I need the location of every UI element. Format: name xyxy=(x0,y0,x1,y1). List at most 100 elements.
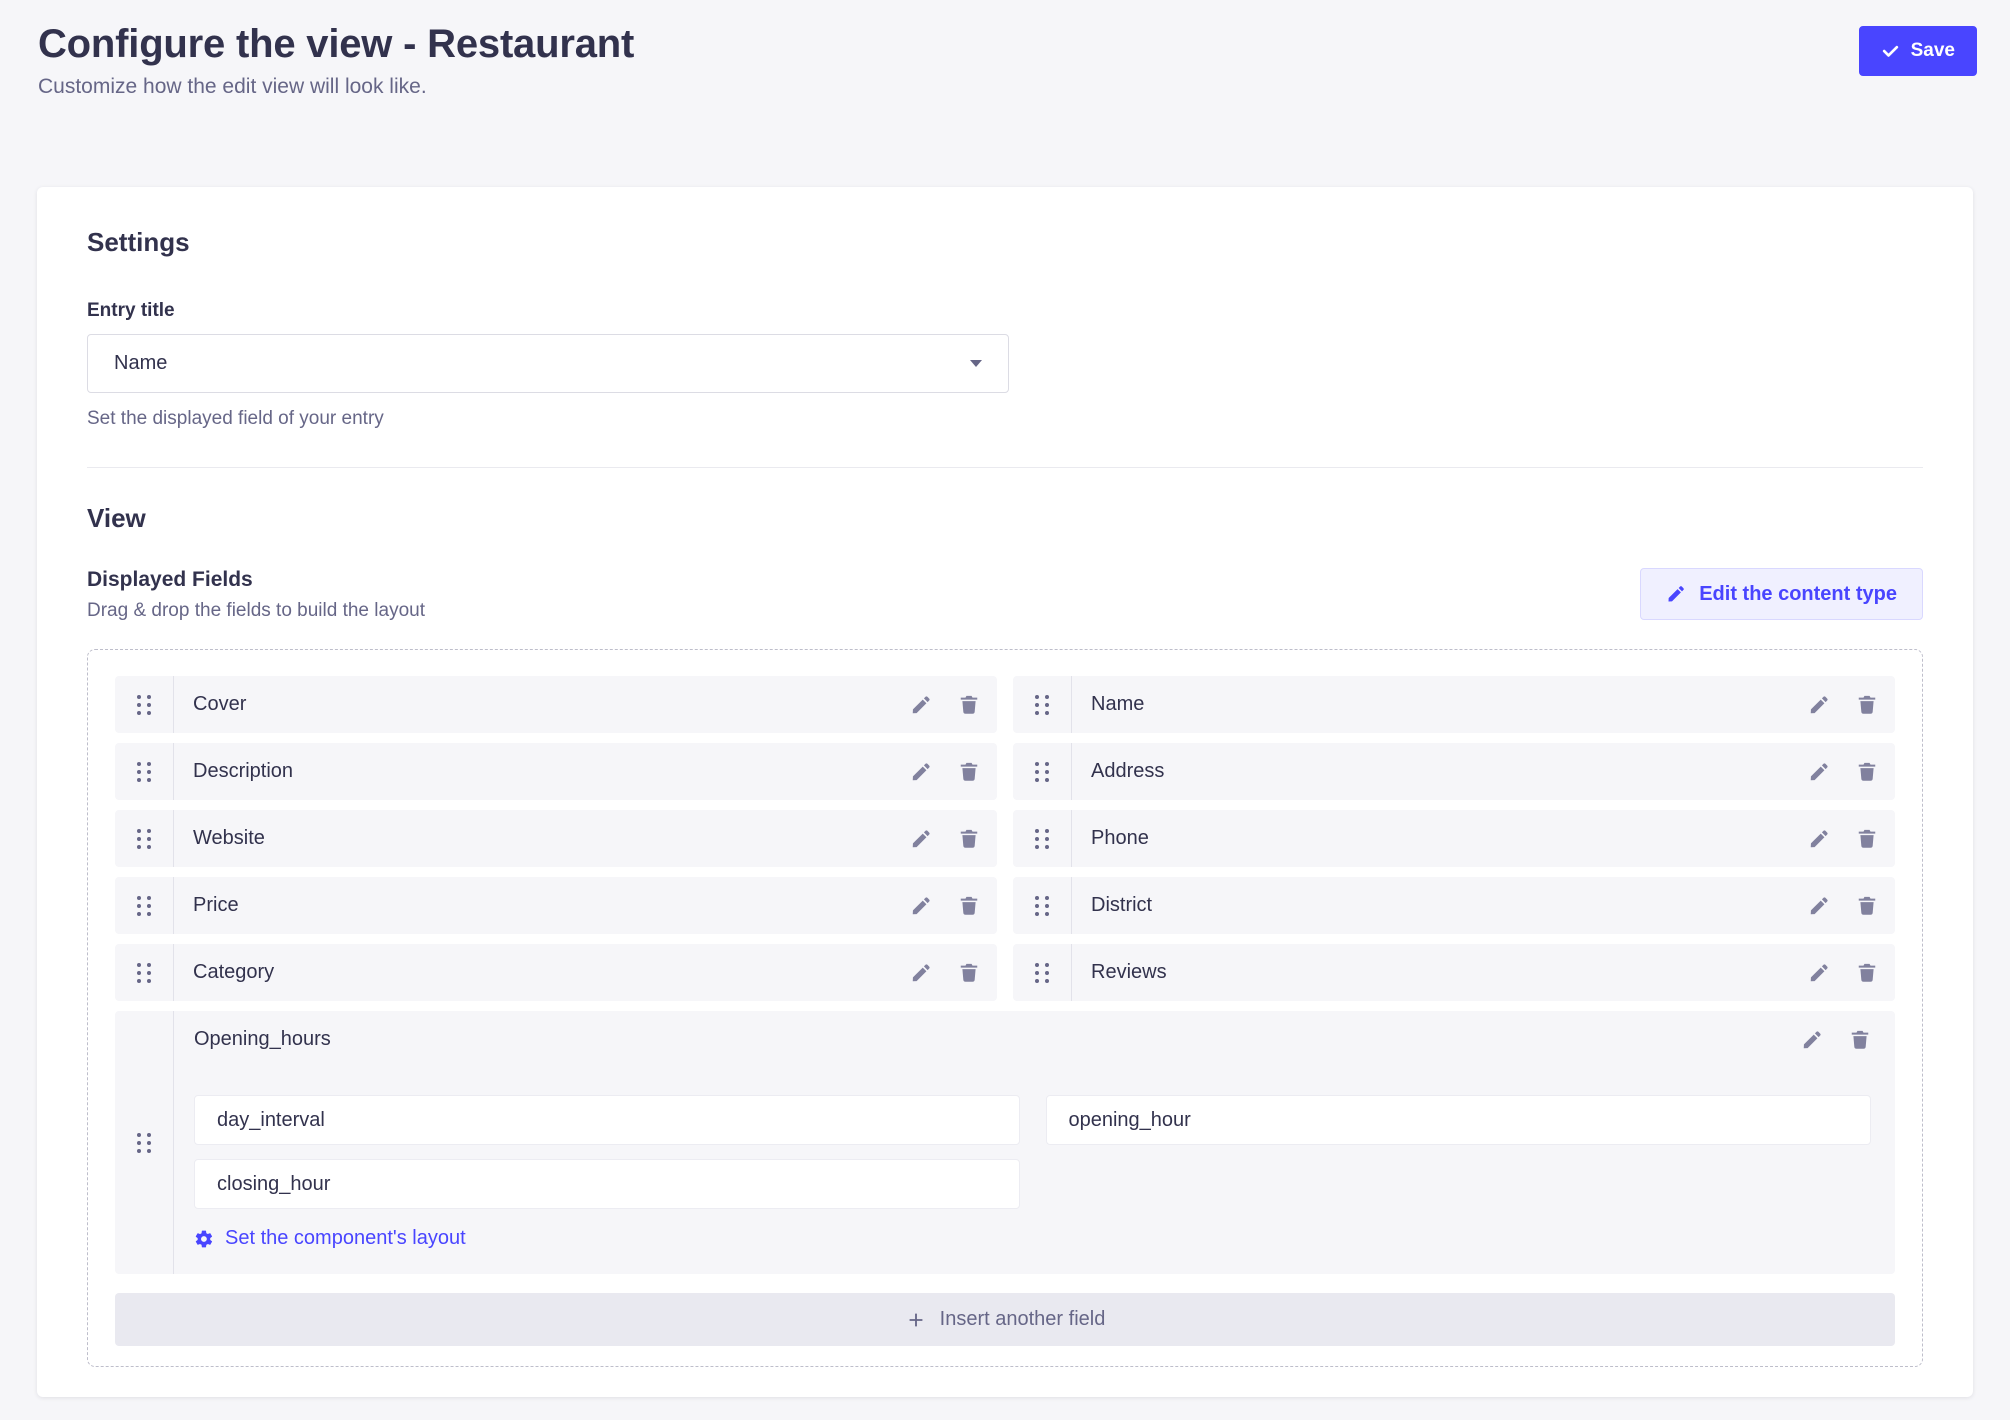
trash-icon xyxy=(1856,694,1878,716)
edit-field-button[interactable] xyxy=(1808,895,1830,917)
field-row-label: Description xyxy=(174,743,910,800)
edit-field-button[interactable] xyxy=(910,694,932,716)
trash-icon xyxy=(958,761,980,783)
delete-field-button[interactable] xyxy=(958,694,980,716)
set-component-layout-link[interactable]: Set the component's layout xyxy=(194,1227,466,1250)
insert-another-field-button[interactable]: Insert another field xyxy=(115,1293,1895,1346)
drag-handle-icon[interactable] xyxy=(1013,877,1072,934)
delete-field-button[interactable] xyxy=(1849,1029,1871,1051)
entry-title-select-value: Name xyxy=(114,352,167,375)
pencil-icon xyxy=(910,761,932,783)
delete-field-button[interactable] xyxy=(958,962,980,984)
chevron-down-icon xyxy=(970,360,982,367)
delete-field-button[interactable] xyxy=(1856,761,1878,783)
edit-content-type-label: Edit the content type xyxy=(1699,583,1897,606)
drag-handle-icon[interactable] xyxy=(1013,743,1072,800)
field-row[interactable]: Description xyxy=(115,743,997,800)
delete-field-button[interactable] xyxy=(958,761,980,783)
delete-field-button[interactable] xyxy=(1856,895,1878,917)
save-button-label: Save xyxy=(1911,40,1955,62)
field-row-label: Category xyxy=(174,944,910,1001)
delete-field-button[interactable] xyxy=(1856,828,1878,850)
drag-handle-icon[interactable] xyxy=(115,1011,174,1274)
delete-field-button[interactable] xyxy=(958,828,980,850)
trash-icon xyxy=(958,828,980,850)
field-row[interactable]: Reviews xyxy=(1013,944,1895,1001)
drag-handle-icon[interactable] xyxy=(1013,944,1072,1001)
drag-handle-icon[interactable] xyxy=(115,676,174,733)
check-icon xyxy=(1881,42,1900,61)
pencil-icon xyxy=(1801,1029,1823,1051)
field-row[interactable]: Address xyxy=(1013,743,1895,800)
edit-field-button[interactable] xyxy=(910,828,932,850)
page-header: Configure the view - Restaurant Customiz… xyxy=(0,0,2010,99)
field-row[interactable]: Cover xyxy=(115,676,997,733)
gear-icon xyxy=(194,1229,214,1249)
displayed-fields-text: Displayed Fields Drag & drop the fields … xyxy=(87,568,425,622)
main-panel: Settings Entry title Name Set the displa… xyxy=(37,187,1973,1397)
pencil-icon xyxy=(1808,962,1830,984)
insert-another-field-label: Insert another field xyxy=(940,1308,1106,1331)
trash-icon xyxy=(958,694,980,716)
page-subtitle: Customize how the edit view will look li… xyxy=(38,75,634,99)
trash-icon xyxy=(1849,1029,1871,1051)
displayed-fields-header: Displayed Fields Drag & drop the fields … xyxy=(87,568,1923,622)
field-row-label: Address xyxy=(1072,743,1808,800)
fields-dropzone: Cover Name Description xyxy=(87,649,1923,1367)
delete-field-button[interactable] xyxy=(958,895,980,917)
trash-icon xyxy=(958,962,980,984)
field-row[interactable]: District xyxy=(1013,877,1895,934)
delete-field-button[interactable] xyxy=(1856,962,1878,984)
drag-handle-icon[interactable] xyxy=(115,743,174,800)
entry-title-hint: Set the displayed field of your entry xyxy=(87,408,1923,430)
component-content: Opening_hours day_interval opening_hour … xyxy=(174,1011,1895,1274)
drag-handle-icon[interactable] xyxy=(1013,810,1072,867)
page-title: Configure the view - Restaurant xyxy=(38,22,634,67)
delete-field-button[interactable] xyxy=(1856,694,1878,716)
field-row[interactable]: Phone xyxy=(1013,810,1895,867)
field-row-label: Price xyxy=(174,877,910,934)
field-row[interactable]: Name xyxy=(1013,676,1895,733)
field-row[interactable]: Website xyxy=(115,810,997,867)
field-row-label: Website xyxy=(174,810,910,867)
pencil-icon xyxy=(1808,694,1830,716)
edit-field-button[interactable] xyxy=(910,761,932,783)
pencil-icon xyxy=(1808,895,1830,917)
save-button[interactable]: Save xyxy=(1859,26,1977,76)
drag-handle-icon[interactable] xyxy=(115,877,174,934)
entry-title-select[interactable]: Name xyxy=(87,334,1009,393)
pencil-icon xyxy=(910,962,932,984)
subfield-card[interactable]: opening_hour xyxy=(1046,1095,1872,1145)
edit-field-button[interactable] xyxy=(1808,761,1830,783)
set-component-layout-label: Set the component's layout xyxy=(225,1227,466,1250)
field-row[interactable]: Category xyxy=(115,944,997,1001)
pencil-icon xyxy=(1808,828,1830,850)
trash-icon xyxy=(1856,828,1878,850)
edit-field-button[interactable] xyxy=(1808,694,1830,716)
displayed-fields-hint: Drag & drop the fields to build the layo… xyxy=(87,600,425,622)
component-row-opening-hours[interactable]: Opening_hours day_interval opening_hour … xyxy=(115,1011,1895,1274)
edit-field-button[interactable] xyxy=(1801,1029,1823,1051)
edit-field-button[interactable] xyxy=(1808,962,1830,984)
field-row-label: Cover xyxy=(174,676,910,733)
edit-field-button[interactable] xyxy=(1808,828,1830,850)
subfield-card[interactable]: closing_hour xyxy=(194,1159,1020,1209)
field-row-label: Reviews xyxy=(1072,944,1808,1001)
edit-field-button[interactable] xyxy=(910,962,932,984)
edit-content-type-button[interactable]: Edit the content type xyxy=(1640,568,1923,620)
pencil-icon xyxy=(910,895,932,917)
subfield-card[interactable]: day_interval xyxy=(194,1095,1020,1145)
drag-handle-icon[interactable] xyxy=(115,944,174,1001)
trash-icon xyxy=(1856,895,1878,917)
field-row-label: Phone xyxy=(1072,810,1808,867)
section-divider xyxy=(87,467,1923,468)
drag-handle-icon[interactable] xyxy=(115,810,174,867)
edit-field-button[interactable] xyxy=(910,895,932,917)
drag-handle-icon[interactable] xyxy=(1013,676,1072,733)
pencil-icon xyxy=(910,694,932,716)
configure-view-page: Configure the view - Restaurant Customiz… xyxy=(0,0,2010,1420)
component-title: Opening_hours xyxy=(194,1028,331,1051)
view-heading: View xyxy=(87,503,1923,534)
entry-title-label: Entry title xyxy=(87,300,1923,322)
field-row[interactable]: Price xyxy=(115,877,997,934)
